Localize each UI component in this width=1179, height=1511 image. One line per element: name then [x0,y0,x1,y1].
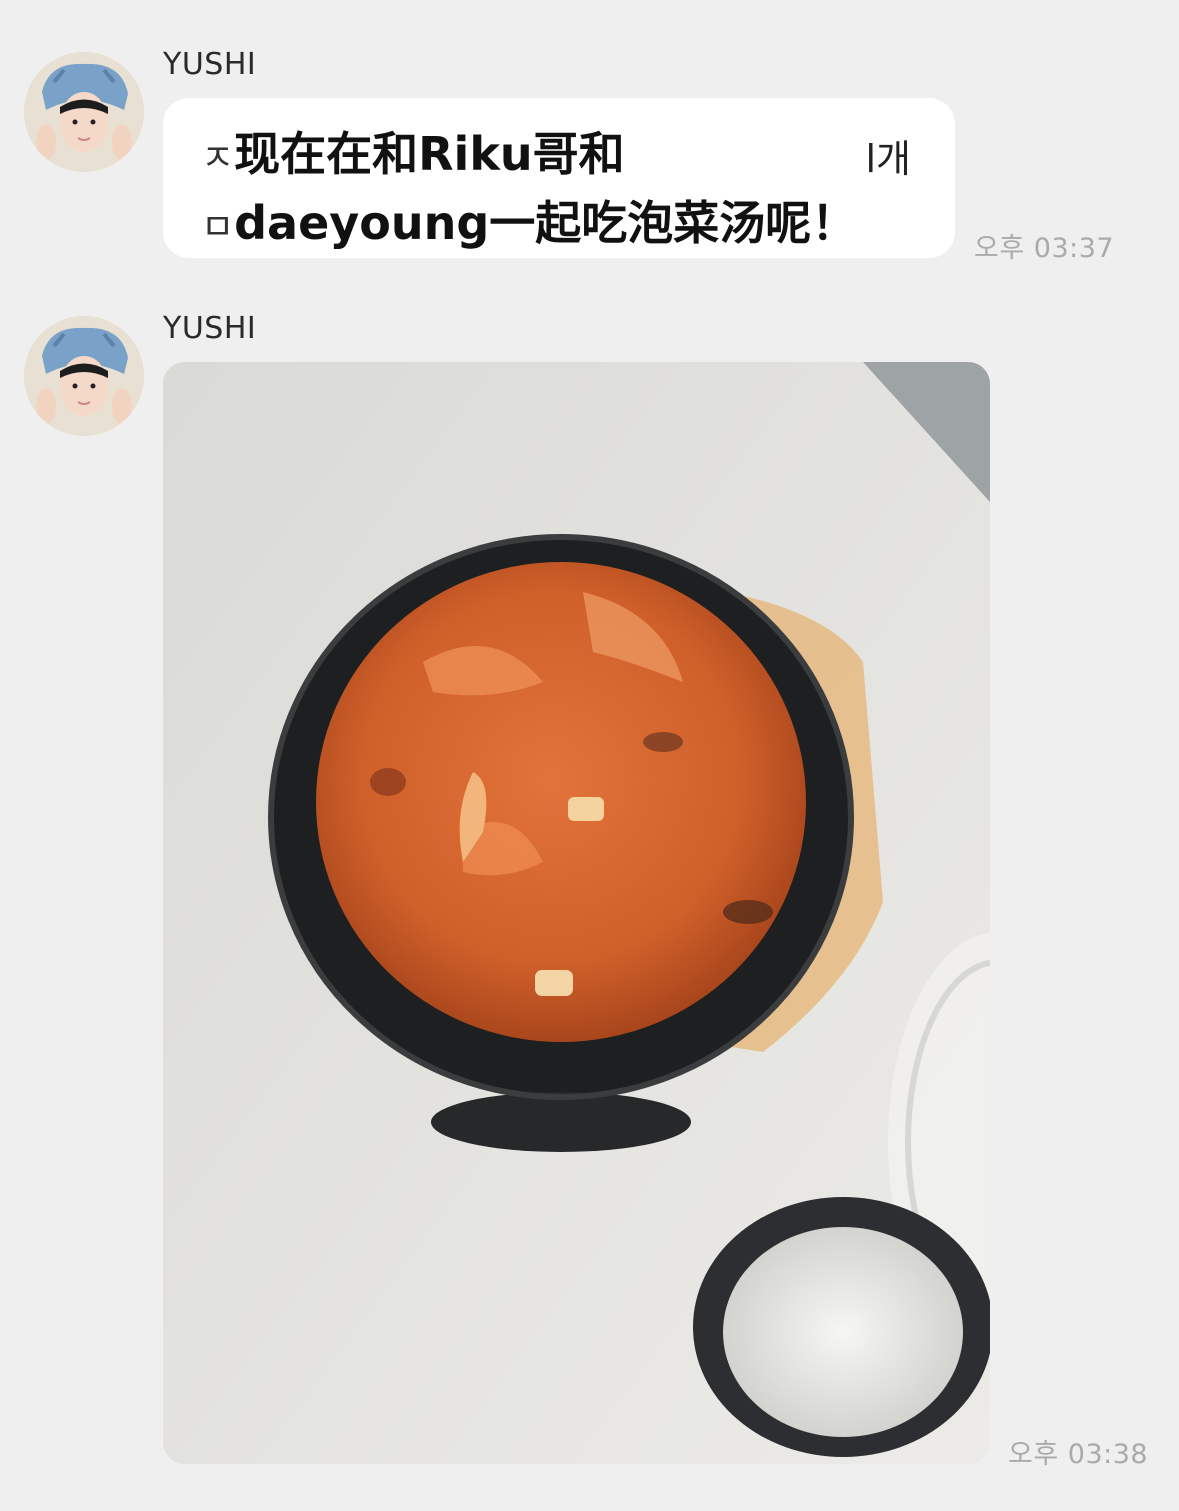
avatar[interactable] [24,316,144,436]
message-line-2: ㅁdaeyoung一起吃泡菜汤呢！ [201,191,919,258]
message-bubble[interactable]: ㅈ现在在和Riku哥和 ㅁdaeyoung一起吃泡菜汤呢！ l개 [163,98,955,258]
message-line-2-text: daeyoung一起吃泡菜汤呢！ [234,196,858,250]
message-line-1-text: 现在在和Riku哥和 [234,127,625,181]
avatar[interactable] [24,52,144,172]
message-timestamp: 오후 03:38 [1008,1439,1149,1470]
message-line-1-trail: l개 [865,137,911,181]
message-line-2-prefix: ㅁ [201,207,235,248]
sender-name: YUSHI [163,311,257,346]
message-timestamp: 오후 03:37 [974,233,1115,264]
sender-name: YUSHI [163,47,257,82]
message-photo[interactable] [163,362,990,1464]
message-line-1-prefix: ㅈ [201,138,235,179]
message-line-1: ㅈ现在在和Riku哥和 [201,122,919,191]
